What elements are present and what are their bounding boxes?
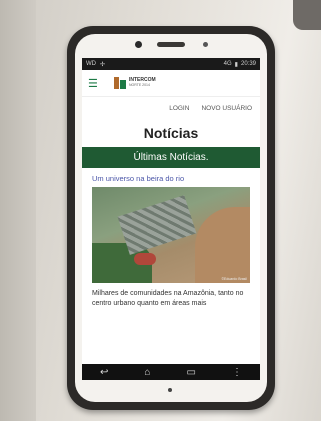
overflow-menu-icon[interactable]: ⋮ <box>232 367 242 378</box>
site-header: ☰ INTERCOM NORTE 2014 <box>82 70 260 97</box>
notification-led <box>168 388 172 392</box>
logo-line2: NORTE 2014 <box>129 83 150 87</box>
logo-mark <box>114 77 126 89</box>
usb-icon: ✢ <box>100 61 106 68</box>
article-title-link[interactable]: Um universo na beira do rio <box>82 174 260 187</box>
page-title: Notícias <box>143 125 199 141</box>
clock-text: 20:39 <box>240 60 256 67</box>
smartphone: WD ✢ 4G ▮ 20:39 ☰ INTERCOM NORTE 2014 LO… <box>67 26 275 410</box>
front-camera <box>135 41 142 48</box>
back-icon[interactable]: ↩ <box>100 367 108 378</box>
status-bar: WD ✢ 4G ▮ 20:39 <box>82 58 260 70</box>
battery-icon: ▮ <box>234 61 238 68</box>
new-user-link[interactable]: NOVO USUÁRIO <box>201 105 252 119</box>
home-icon[interactable]: ⌂ <box>144 367 150 378</box>
desk-object <box>293 0 321 30</box>
photo-river <box>195 207 250 283</box>
photo-credit: ©Eduardo Brasil <box>221 277 247 281</box>
recent-apps-icon[interactable]: ▭ <box>186 367 195 378</box>
proximity-sensor <box>203 42 208 47</box>
article-excerpt: Milhares de comunidades na Amazônia, tan… <box>92 290 244 307</box>
signal-text: 4G <box>223 60 232 67</box>
logo-text: INTERCOM NORTE 2014 <box>129 78 156 88</box>
section-band: Últimas Notícias. <box>82 147 260 168</box>
carrier-text: WD <box>86 60 96 67</box>
photo-city <box>117 195 197 255</box>
top-nav: LOGIN NOVO USUÁRIO <box>82 97 260 119</box>
site-logo[interactable]: INTERCOM NORTE 2014 <box>114 77 156 89</box>
photo-field <box>134 253 156 265</box>
desk-edge <box>0 0 36 421</box>
article-photo[interactable]: ©Eduardo Brasil <box>92 187 250 283</box>
navigation-bar: ↩ ⌂ ▭ ⋮ <box>82 364 260 380</box>
login-link[interactable]: LOGIN <box>169 105 189 119</box>
phone-screen: WD ✢ 4G ▮ 20:39 ☰ INTERCOM NORTE 2014 LO… <box>82 58 260 366</box>
hamburger-menu-icon[interactable]: ☰ <box>88 77 106 90</box>
earpiece <box>157 42 185 47</box>
